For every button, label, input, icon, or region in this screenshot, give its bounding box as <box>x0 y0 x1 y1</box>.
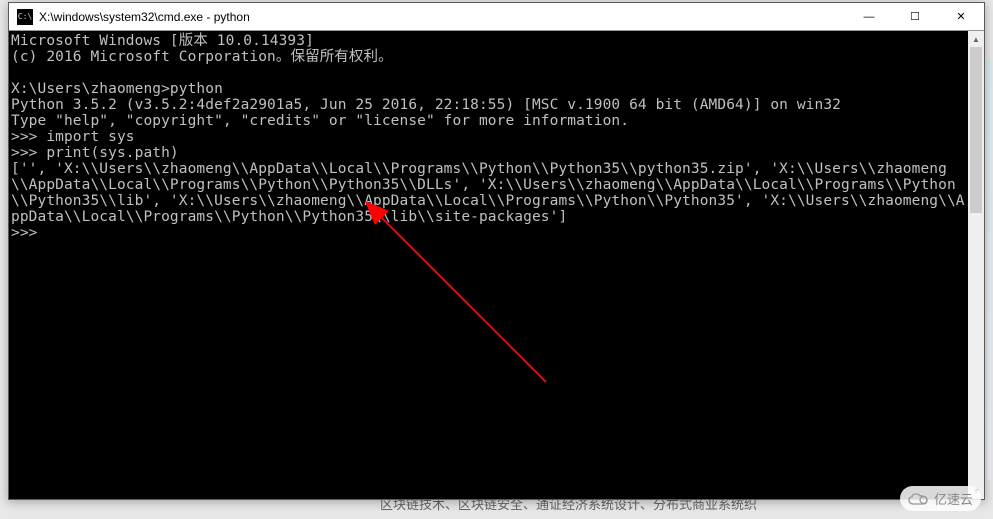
cmd-window: C:\ X:\windows\system32\cmd.exe - python… <box>8 2 985 500</box>
close-button[interactable]: ✕ <box>938 3 984 31</box>
scroll-up-button[interactable]: ▲ <box>968 31 984 47</box>
cmd-icon: C:\ <box>17 9 33 25</box>
scrollbar-vertical[interactable]: ▲ ▼ <box>968 31 984 499</box>
scroll-track[interactable] <box>968 47 984 483</box>
window-title: X:\windows\system32\cmd.exe - python <box>39 10 846 24</box>
watermark: 亿速云 <box>900 486 981 511</box>
watermark-text: 亿速云 <box>934 489 973 508</box>
background-strip <box>987 60 991 480</box>
scroll-thumb[interactable] <box>970 47 982 213</box>
minimize-button[interactable]: — <box>846 3 892 31</box>
titlebar[interactable]: C:\ X:\windows\system32\cmd.exe - python… <box>9 3 984 31</box>
terminal-area: Microsoft Windows [版本 10.0.14393] (c) 20… <box>9 31 984 499</box>
cloud-icon <box>908 492 930 506</box>
terminal-output[interactable]: Microsoft Windows [版本 10.0.14393] (c) 20… <box>9 31 968 499</box>
maximize-button[interactable]: ☐ <box>892 3 938 31</box>
